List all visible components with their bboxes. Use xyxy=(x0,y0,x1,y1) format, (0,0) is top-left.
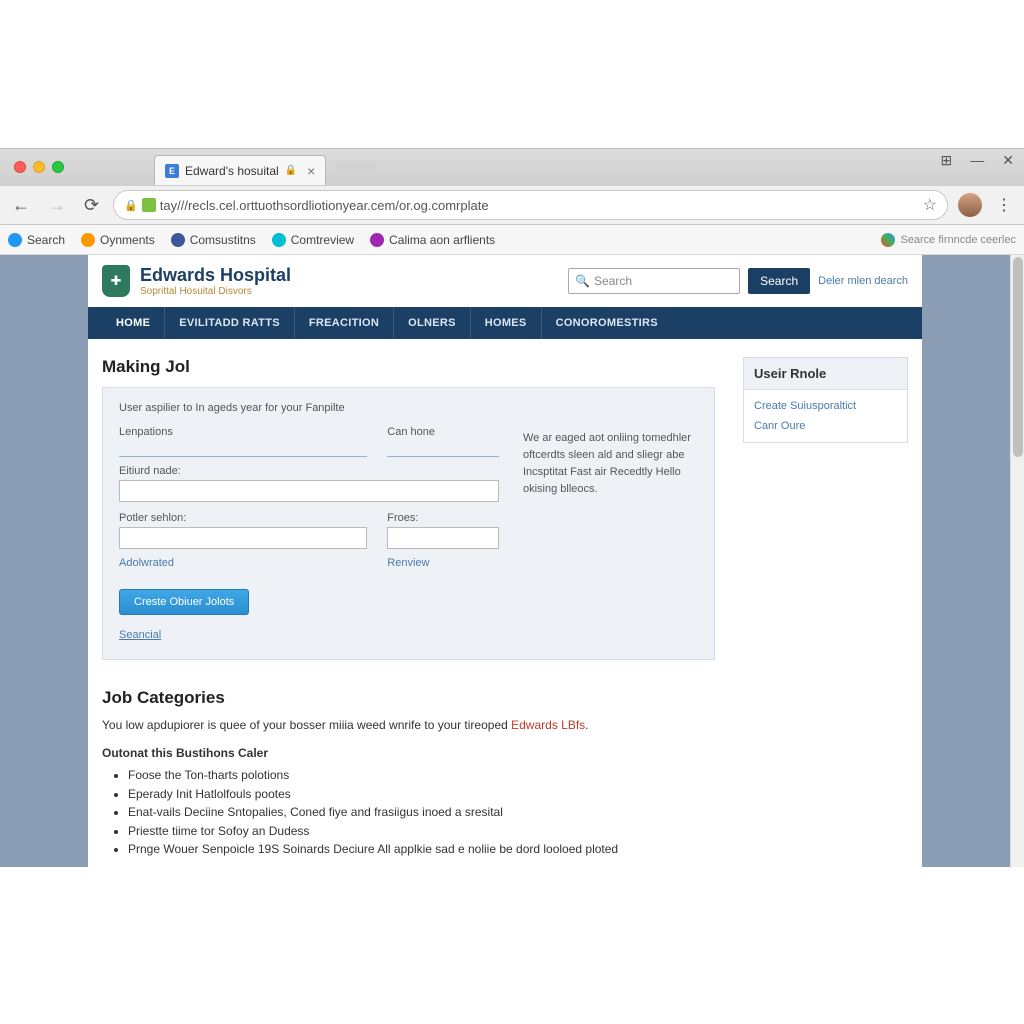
content-wrap: Making Jol User aspilier to In ageds yea… xyxy=(88,339,922,867)
bullet-list: Foose the Ton-tharts polotions Eperady I… xyxy=(102,766,715,859)
create-jobs-button[interactable]: Creste Obiuer Jolots xyxy=(119,589,249,615)
browser-menu-icon[interactable]: ⋮ xyxy=(992,195,1016,215)
traffic-zoom-icon[interactable] xyxy=(52,161,64,173)
tab-close-icon[interactable]: × xyxy=(307,163,315,179)
review-link[interactable]: Renview xyxy=(387,557,429,569)
bookmark-icon xyxy=(272,233,286,247)
special-link[interactable]: Seancial xyxy=(119,629,161,641)
page-content: ✚ Edwards Hospital Soprittal Hosuital Di… xyxy=(88,255,922,867)
bookmark-item[interactable]: Calima aon arflients xyxy=(370,233,495,247)
window-close-icon[interactable]: ✕ xyxy=(1002,152,1014,169)
sidebar: Useir Rnole Create Suiusporaltict Canr O… xyxy=(743,357,908,859)
forward-button[interactable]: → xyxy=(44,193,70,218)
logo-subtitle: Soprittal Hosuital Disvors xyxy=(140,286,291,297)
nav-item[interactable]: HOMES xyxy=(471,307,542,339)
nav-item[interactable]: FREACITION xyxy=(295,307,394,339)
logo-title: Edwards Hospital xyxy=(140,265,291,286)
nav-item[interactable]: EVILITADD RATTS xyxy=(165,307,295,339)
bookmark-icon xyxy=(370,233,384,247)
main-nav: HOME EVILITADD RATTS FREACITION OLNERS H… xyxy=(88,307,922,339)
form-underline xyxy=(119,441,367,457)
search-input[interactable]: 🔍 Search xyxy=(568,268,740,294)
list-item: Enat-vails Deciine Sntopalies, Coned fiy… xyxy=(128,803,715,822)
sidebar-link[interactable]: Canr Oure xyxy=(754,420,897,432)
window-minimize-icon[interactable]: — xyxy=(970,152,984,169)
sidebar-body: Create Suiusporaltict Canr Oure xyxy=(743,390,908,443)
list-item: Eperady Init Hatlolfouls pootes xyxy=(128,785,715,804)
reload-button[interactable]: ⟳ xyxy=(80,193,103,218)
traffic-lights xyxy=(14,161,64,173)
page-title: Making Jol xyxy=(102,357,715,377)
nav-home[interactable]: HOME xyxy=(102,307,165,339)
page-viewport: ✚ Edwards Hospital Soprittal Hosuital Di… xyxy=(0,255,1024,867)
categories-intro: You low apdupiorer is quee of your bosse… xyxy=(102,718,715,732)
browser-tab[interactable]: E Edward's hosuital 🔒 × xyxy=(154,155,326,185)
extra-input[interactable] xyxy=(387,527,499,549)
list-item: Priestte tiime tor Sofoy an Dudess xyxy=(128,822,715,841)
form-label: Froes: xyxy=(387,512,499,524)
bookmark-star-icon[interactable]: ☆ xyxy=(923,195,937,215)
window-controls: ⊞ — ✕ xyxy=(941,152,1014,169)
tab-favicon-icon: E xyxy=(165,164,179,178)
header-search: 🔍 Search Search Deler mlen dearch xyxy=(568,268,908,294)
form-label: Eitiurd nade: xyxy=(119,465,499,477)
search-form-card: User aspilier to In ageds year for your … xyxy=(102,387,715,660)
tab-bar: E Edward's hosuital 🔒 × xyxy=(0,149,1024,185)
bookmark-icon xyxy=(81,233,95,247)
form-label: Can hone xyxy=(387,426,499,438)
keyword-input[interactable] xyxy=(119,480,499,502)
form-underline xyxy=(387,441,499,457)
site-identity-icon xyxy=(142,198,156,212)
window-snap-icon[interactable]: ⊞ xyxy=(941,152,953,169)
list-item: Foose the Ton-tharts polotions xyxy=(128,766,715,785)
sidebar-heading: Useir Rnole xyxy=(743,357,908,390)
bookmark-icon xyxy=(881,233,895,247)
bookmark-item[interactable]: Search xyxy=(8,233,65,247)
back-button[interactable]: ← xyxy=(8,193,34,218)
list-item: Prnge Wouer Senpoicle 19S Soinards Deciu… xyxy=(128,840,715,859)
tab-audio-icon: 🔒 xyxy=(285,165,297,176)
logo-text[interactable]: Edwards Hospital Soprittal Hosuital Disv… xyxy=(140,265,291,297)
form-label: Potler sehlon: xyxy=(119,512,367,524)
categories-subheading: Outonat this Bustihons Caler xyxy=(102,746,715,760)
traffic-minimize-icon[interactable] xyxy=(33,161,45,173)
site-header: ✚ Edwards Hospital Soprittal Hosuital Di… xyxy=(88,255,922,307)
viewport-right-gutter xyxy=(922,255,1010,867)
bookmark-icon xyxy=(171,233,185,247)
nav-item[interactable]: OLNERS xyxy=(394,307,471,339)
scrollbar-thumb[interactable] xyxy=(1013,257,1023,457)
viewport-left-gutter xyxy=(0,255,88,867)
bookmark-item[interactable]: Oynments xyxy=(81,233,155,247)
new-tab-button[interactable] xyxy=(336,160,376,182)
advanced-search-link[interactable]: Deler mlen dearch xyxy=(818,275,908,287)
search-button[interactable]: Search xyxy=(748,268,810,294)
form-label: Lenpations xyxy=(119,426,367,438)
scrollbar[interactable] xyxy=(1010,255,1024,867)
advanced-link[interactable]: Adolwrated xyxy=(119,557,174,569)
logo-icon: ✚ xyxy=(102,265,130,297)
traffic-close-icon[interactable] xyxy=(14,161,26,173)
address-bar: ← → ⟳ 🔒 tay///recls.cel.orttuothsordliot… xyxy=(0,185,1024,225)
url-text: tay///recls.cel.orttuothsordliotionyear.… xyxy=(160,198,489,213)
url-input[interactable]: 🔒 tay///recls.cel.orttuothsordliotionyea… xyxy=(113,190,948,220)
location-input[interactable] xyxy=(119,527,367,549)
search-icon: 🔍 xyxy=(575,274,590,288)
search-placeholder: Search xyxy=(594,274,632,288)
bookmark-overflow[interactable]: Searce firnncde ceerlec xyxy=(881,233,1016,247)
tab-title: Edward's hosuital xyxy=(185,164,279,178)
bookmark-item[interactable]: Comtreview xyxy=(272,233,354,247)
content-main: Making Jol User aspilier to In ageds yea… xyxy=(102,357,715,859)
bookmark-icon xyxy=(8,233,22,247)
sidebar-link[interactable]: Create Suiusporaltict xyxy=(754,400,897,412)
bookmark-bar: Search Oynments Comsustitns Comtreview C… xyxy=(0,225,1024,255)
form-intro: User aspilier to In ageds year for your … xyxy=(119,402,698,414)
bookmark-item[interactable]: Comsustitns xyxy=(171,233,256,247)
categories-title: Job Categories xyxy=(102,688,715,708)
browser-chrome: E Edward's hosuital 🔒 × ← → ⟳ 🔒 tay///re… xyxy=(0,148,1024,255)
form-side-text: We ar eaged aot onliing tomedhler oftcer… xyxy=(523,430,698,643)
edwards-link[interactable]: Edwards LBfs xyxy=(511,718,585,732)
lock-icon: 🔒 xyxy=(124,199,138,212)
nav-item[interactable]: CONOROMESTIRS xyxy=(542,307,672,339)
profile-avatar[interactable] xyxy=(958,193,982,217)
